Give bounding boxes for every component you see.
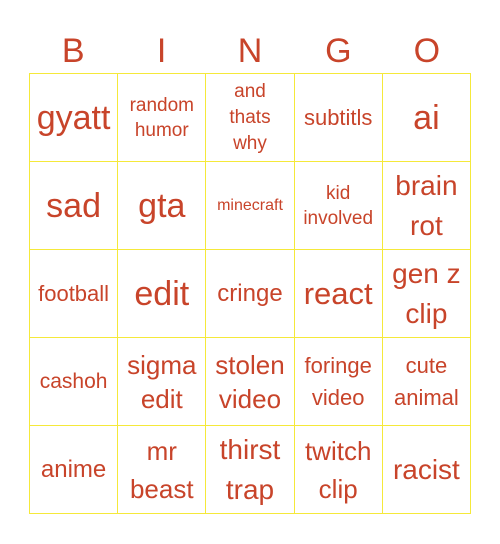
bingo-cell[interactable]: twitch clip	[294, 426, 383, 514]
bingo-grid: gyatt random humor and thats why subtitl…	[29, 73, 471, 514]
cell-label: and thats why	[229, 80, 271, 154]
header-letter-n: N	[237, 32, 263, 70]
cell-label: sad	[46, 186, 101, 225]
bingo-cell[interactable]: cute animal	[382, 338, 471, 426]
header-letter-g: G	[325, 32, 352, 70]
bingo-header: B I N G O	[29, 30, 471, 72]
bingo-cell[interactable]: ai	[382, 74, 471, 162]
header-letter-i: I	[156, 32, 167, 70]
cell-label: gyatt	[36, 98, 111, 137]
bingo-cell[interactable]: sad	[30, 162, 119, 250]
bingo-cell[interactable]: mr beast	[118, 426, 207, 514]
bingo-cell[interactable]: football	[30, 250, 119, 338]
bingo-cell[interactable]: cashoh	[30, 338, 119, 426]
cell-label: gen z clip	[392, 257, 461, 329]
cell-label: brain rot	[395, 169, 458, 241]
bingo-cell[interactable]: thirst trap	[206, 426, 295, 514]
cell-label: stolen video	[215, 349, 285, 414]
cell-label: thirst trap	[219, 433, 281, 505]
bingo-cell[interactable]: gta	[118, 162, 207, 250]
bingo-cell[interactable]: gyatt	[30, 74, 119, 162]
bingo-cell[interactable]: gen z clip	[382, 250, 471, 338]
bingo-cell[interactable]: and thats why	[206, 74, 295, 162]
cell-label: racist	[392, 454, 460, 485]
cell-label: twitch clip	[304, 435, 372, 504]
cell-label: ai	[413, 98, 440, 137]
bingo-cell[interactable]: minecraft	[206, 162, 295, 250]
bingo-cell[interactable]: edit	[118, 250, 207, 338]
cell-label: anime	[40, 455, 107, 483]
bingo-cell[interactable]: anime	[30, 426, 119, 514]
cell-label: random humor	[129, 94, 194, 141]
cell-label: gta	[138, 186, 186, 225]
bingo-cell[interactable]: foringe video	[294, 338, 383, 426]
cell-label: kid involved	[303, 182, 374, 229]
bingo-cell[interactable]: react	[294, 250, 383, 338]
cell-label: subtitls	[303, 105, 373, 130]
bingo-cell[interactable]: subtitls	[294, 74, 383, 162]
cell-label: react	[303, 276, 373, 311]
cell-label: foringe video	[304, 352, 372, 410]
cell-label: minecraft	[217, 196, 283, 214]
cell-label: cute animal	[393, 352, 459, 410]
bingo-cell[interactable]: cringe	[206, 250, 295, 338]
cell-label: mr beast	[129, 435, 194, 504]
cell-label: sigma edit	[127, 349, 197, 414]
header-letter-b: B	[61, 32, 85, 70]
bingo-cell[interactable]: kid involved	[294, 162, 383, 250]
bingo-cell[interactable]: racist	[382, 426, 471, 514]
bingo-cell[interactable]: random humor	[118, 74, 207, 162]
header-letter-o: O	[413, 32, 441, 70]
bingo-cell[interactable]: brain rot	[382, 162, 471, 250]
bingo-cell[interactable]: stolen video	[206, 338, 295, 426]
cell-label: edit	[134, 274, 190, 313]
cell-label: cashoh	[39, 369, 108, 393]
bingo-cell[interactable]: sigma edit	[118, 338, 207, 426]
cell-label: football	[38, 281, 110, 306]
cell-label: cringe	[217, 279, 283, 307]
